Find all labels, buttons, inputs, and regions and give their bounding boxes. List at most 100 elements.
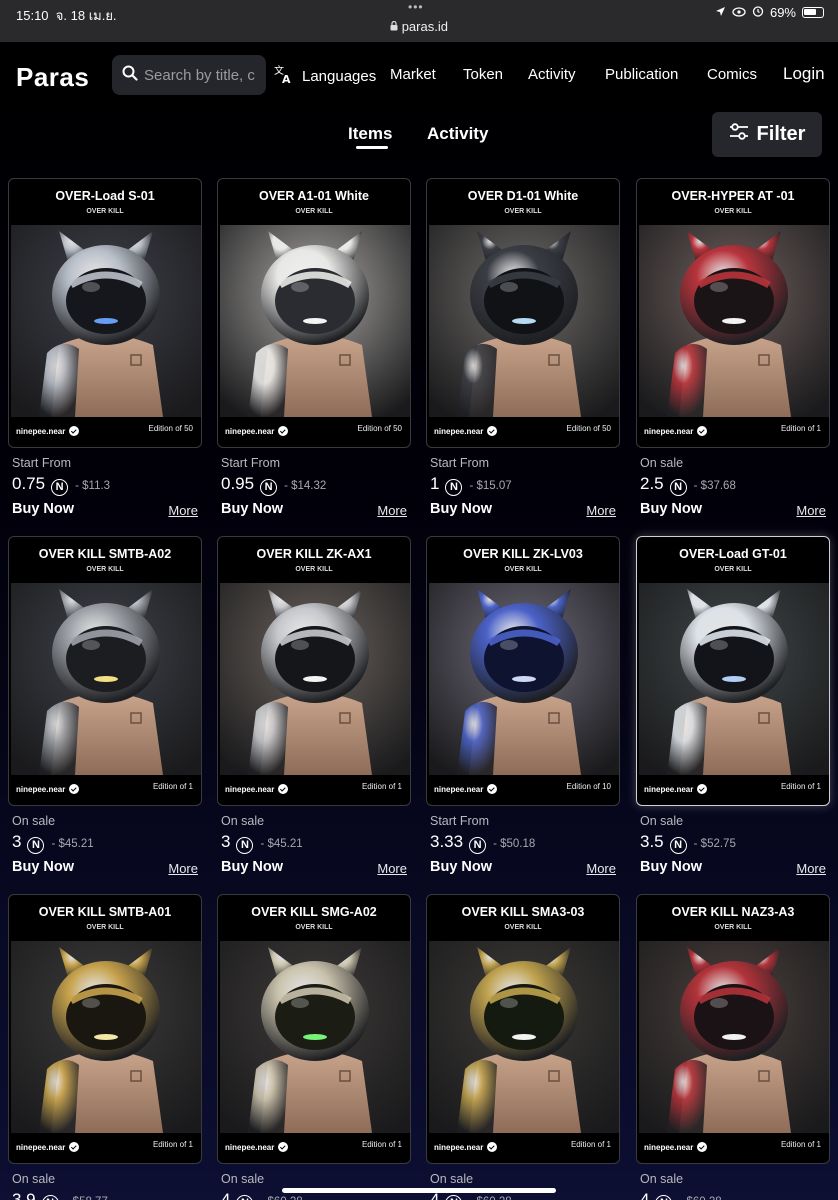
price-label: Start From: [12, 456, 72, 470]
price-label: On sale: [640, 1172, 684, 1186]
verified-icon: [69, 426, 80, 436]
buy-now-button[interactable]: Buy Now: [640, 501, 702, 517]
nft-title: OVER KILL SMA3-03: [461, 905, 585, 919]
nft-creator[interactable]: ninepee.near: [16, 1142, 80, 1152]
price-label: Start From: [430, 814, 490, 828]
price-value: 3: [12, 832, 22, 851]
creator-name: ninepee.near: [434, 1142, 484, 1152]
nft-artwork: [220, 225, 410, 417]
price-value: 3.5: [640, 832, 664, 851]
nft-card[interactable]: OVER-Load S-01 OVER KILL ninepee.near Ed…: [8, 178, 202, 448]
buy-now-button[interactable]: Buy Now: [12, 501, 74, 517]
near-icon: N: [445, 478, 463, 496]
nav-market[interactable]: Market: [390, 66, 436, 83]
buy-now-button[interactable]: Buy Now: [221, 501, 283, 517]
nft-creator[interactable]: ninepee.near: [644, 426, 708, 436]
nft-collection: OVER KILL: [714, 208, 752, 215]
nav-activity[interactable]: Activity: [528, 66, 576, 83]
more-link[interactable]: More: [586, 861, 616, 876]
filter-button[interactable]: Filter: [712, 112, 822, 157]
price-label: Start From: [221, 456, 281, 470]
nft-card[interactable]: OVER KILL SMA3-03 OVER KILL ninepee.near…: [426, 894, 620, 1164]
price-usd: - $50.18: [493, 838, 536, 850]
home-indicator[interactable]: [282, 1188, 556, 1193]
nft-creator[interactable]: ninepee.near: [16, 426, 80, 436]
usd-value: $60.28: [268, 1196, 303, 1200]
creator-name: ninepee.near: [644, 784, 694, 794]
nft-card[interactable]: OVER KILL ZK-LV03 OVER KILL ninepee.near…: [426, 536, 620, 806]
verified-icon: [69, 784, 80, 794]
nft-creator[interactable]: ninepee.near: [225, 426, 289, 436]
price-usd: - $45.21: [260, 838, 303, 850]
buy-now-button[interactable]: Buy Now: [12, 859, 74, 875]
buy-now-button[interactable]: Buy Now: [430, 501, 492, 517]
nft-creator[interactable]: ninepee.near: [434, 1142, 498, 1152]
nft-card[interactable]: OVER-Load GT-01 OVER KILL ninepee.near E…: [636, 536, 830, 806]
price-label: On sale: [640, 456, 684, 470]
creator-name: ninepee.near: [434, 784, 484, 794]
link-icon: [732, 5, 746, 20]
more-link[interactable]: More: [168, 503, 198, 518]
nft-creator[interactable]: ninepee.near: [225, 1142, 289, 1152]
login-button[interactable]: Login: [783, 64, 825, 84]
price-value: 2.5: [640, 474, 664, 493]
address-bar[interactable]: paras.id: [0, 19, 838, 34]
nft-creator[interactable]: ninepee.near: [644, 1142, 708, 1152]
price-usd: - $60.28: [260, 1196, 302, 1200]
nav-comics[interactable]: Comics: [707, 66, 757, 83]
paras-logo[interactable]: Paras: [16, 62, 89, 93]
nft-collection: OVER KILL: [86, 924, 124, 931]
nav-publication[interactable]: Publication: [605, 66, 678, 83]
more-link[interactable]: More: [586, 503, 616, 518]
usd-value: $58.77: [73, 1196, 108, 1200]
nft-card[interactable]: OVER KILL SMTB-A02 OVER KILL ninepee.nea…: [8, 536, 202, 806]
nft-card[interactable]: OVER A1-01 White OVER KILL ninepee.near …: [217, 178, 411, 448]
nft-edition: Edition of 1: [152, 782, 193, 791]
price-label: On sale: [12, 1172, 56, 1186]
nft-card[interactable]: OVER KILL NAZ3-A3 OVER KILL ninepee.near…: [636, 894, 830, 1164]
nft-card[interactable]: OVER KILL SMTB-A01 OVER KILL ninepee.nea…: [8, 894, 202, 1164]
price-value: 4: [221, 1190, 231, 1200]
nft-card[interactable]: OVER D1-01 White OVER KILL ninepee.near …: [426, 178, 620, 448]
verified-icon: [278, 426, 289, 436]
nft-creator[interactable]: ninepee.near: [16, 784, 80, 794]
buy-now-button[interactable]: Buy Now: [430, 859, 492, 875]
usd-value: $52.75: [700, 838, 736, 850]
price-label: On sale: [640, 814, 684, 828]
svg-text:A: A: [282, 73, 291, 84]
more-link[interactable]: More: [796, 861, 826, 876]
nft-card[interactable]: OVER KILL SMG-A02 OVER KILL ninepee.near…: [217, 894, 411, 1164]
nft-creator[interactable]: ninepee.near: [644, 784, 708, 794]
price-label: Start From: [430, 456, 490, 470]
more-link[interactable]: More: [168, 861, 198, 876]
more-link[interactable]: More: [377, 861, 407, 876]
nft-title: OVER KILL ZK-AX1: [256, 547, 372, 561]
more-link[interactable]: More: [796, 503, 826, 518]
usd-value: $60.28: [477, 1196, 512, 1200]
nft-card[interactable]: OVER KILL ZK-AX1 OVER KILL ninepee.near …: [217, 536, 411, 806]
nft-creator[interactable]: ninepee.near: [225, 784, 289, 794]
more-link[interactable]: More: [377, 503, 407, 518]
search-input[interactable]: [144, 66, 262, 84]
tab-items[interactable]: Items: [348, 124, 392, 144]
nft-title: OVER KILL SMTB-A01: [38, 905, 172, 919]
buy-now-button[interactable]: Buy Now: [640, 859, 702, 875]
active-tab-indicator: [356, 146, 388, 149]
search-box[interactable]: [112, 55, 266, 95]
multitask-dots-icon[interactable]: •••: [408, 0, 424, 14]
buy-now-button[interactable]: Buy Now: [221, 859, 283, 875]
nft-title: OVER D1-01 White: [467, 189, 579, 203]
verified-icon: [697, 1142, 708, 1152]
nav-token[interactable]: Token: [463, 66, 503, 83]
nft-creator[interactable]: ninepee.near: [434, 426, 498, 436]
tab-activity[interactable]: Activity: [427, 124, 488, 144]
near-icon: N: [41, 1194, 59, 1200]
nft-creator[interactable]: ninepee.near: [434, 784, 498, 794]
price-label: On sale: [12, 814, 56, 828]
site-navbar: Paras 文 A Languages Market Token Activit…: [0, 42, 838, 108]
languages-menu[interactable]: 文 A Languages: [274, 64, 376, 88]
nft-collection: OVER KILL: [86, 566, 124, 573]
nft-card[interactable]: OVER-HYPER AT -01 OVER KILL ninepee.near…: [636, 178, 830, 448]
price-value: 1: [430, 474, 440, 493]
price-row: 3.33 N - $50.18: [430, 832, 536, 854]
